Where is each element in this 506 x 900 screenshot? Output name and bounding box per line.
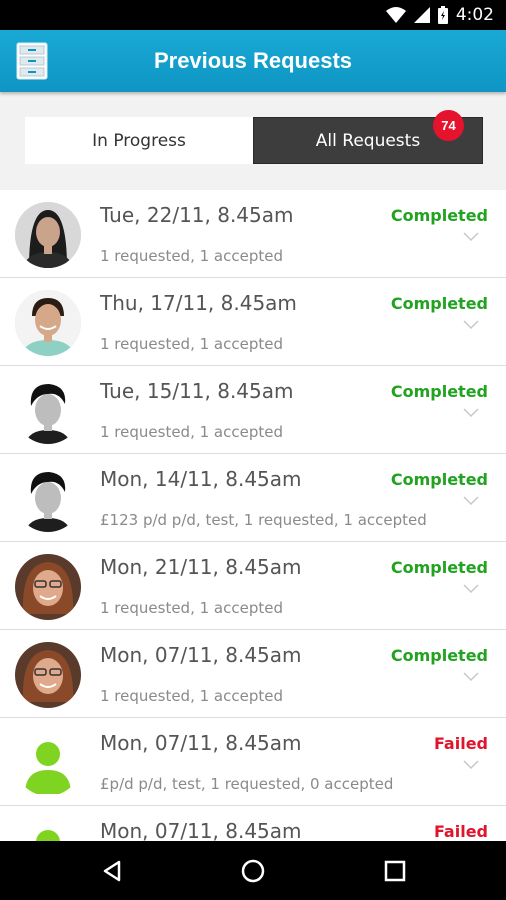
recents-icon: [384, 860, 406, 881]
request-row[interactable]: Thu, 17/11, 8.45am 1 requested, 1 accept…: [0, 278, 506, 366]
status-bar: 4:02: [0, 0, 506, 30]
request-detail: 1 requested, 1 accepted: [100, 599, 283, 617]
default-user-icon: [15, 818, 81, 841]
avatar: [15, 642, 81, 708]
request-date: Thu, 17/11, 8.45am: [100, 291, 297, 315]
status-icons: 4:02: [385, 0, 494, 30]
back-icon: [103, 860, 121, 881]
status-time: 4:02: [455, 5, 494, 25]
signal-icon: [413, 7, 430, 23]
tab-all-requests-label: All Requests: [315, 130, 421, 151]
count-badge: 74: [433, 110, 464, 141]
request-date: Mon, 14/11, 8.45am: [100, 467, 302, 491]
navigation-bar: [0, 841, 506, 900]
battery-icon: [437, 6, 448, 24]
request-detail: £123 p/d p/d, test, 1 requested, 1 accep…: [100, 511, 427, 529]
tab-bar: In Progress All Requests 74: [25, 110, 483, 164]
recents-button[interactable]: [355, 841, 435, 900]
request-row[interactable]: Mon, 07/11, 8.45am Failed: [0, 806, 506, 841]
chevron-down-icon[interactable]: [463, 496, 479, 506]
avatar: [15, 554, 81, 620]
request-row[interactable]: Tue, 22/11, 8.45am 1 requested, 1 accept…: [0, 190, 506, 278]
status-label: Completed: [390, 558, 488, 577]
request-detail: £p/d p/d, test, 1 requested, 0 accepted: [100, 775, 394, 793]
request-detail: 1 requested, 1 accepted: [100, 247, 283, 265]
tab-in-progress[interactable]: In Progress: [25, 117, 253, 164]
request-detail: 1 requested, 1 accepted: [100, 423, 283, 441]
request-row[interactable]: Mon, 14/11, 8.45am £123 p/d p/d, test, 1…: [0, 454, 506, 542]
chevron-down-icon[interactable]: [463, 760, 479, 770]
status-label: Failed: [433, 822, 488, 841]
request-date: Tue, 15/11, 8.45am: [100, 379, 294, 403]
request-detail: 1 requested, 1 accepted: [100, 335, 283, 353]
avatar: [15, 466, 81, 532]
page-title: Previous Requests: [153, 48, 353, 73]
avatar: [15, 290, 81, 356]
request-date: Mon, 07/11, 8.45am: [100, 731, 302, 755]
status-label: Completed: [390, 646, 488, 665]
request-date: Mon, 07/11, 8.45am: [100, 819, 302, 841]
request-row[interactable]: Tue, 15/11, 8.45am 1 requested, 1 accept…: [0, 366, 506, 454]
home-icon: [241, 859, 265, 882]
request-detail: 1 requested, 1 accepted: [100, 687, 283, 705]
wifi-icon: [385, 7, 406, 23]
status-label: Failed: [433, 734, 488, 753]
status-label: Completed: [390, 206, 488, 225]
default-user-icon: [15, 730, 81, 796]
chevron-down-icon[interactable]: [463, 320, 479, 330]
request-row[interactable]: Mon, 21/11, 8.45am 1 requested, 1 accept…: [0, 542, 506, 630]
request-row[interactable]: Mon, 07/11, 8.45am 1 requested, 1 accept…: [0, 630, 506, 718]
request-list: Tue, 22/11, 8.45am 1 requested, 1 accept…: [0, 190, 506, 841]
back-button[interactable]: [72, 841, 152, 900]
request-date: Tue, 22/11, 8.45am: [100, 203, 294, 227]
tab-in-progress-label: In Progress: [92, 130, 186, 151]
tab-all-requests[interactable]: All Requests 74: [253, 110, 483, 164]
avatar: [15, 202, 81, 268]
home-button[interactable]: [213, 841, 293, 900]
chevron-down-icon[interactable]: [463, 232, 479, 242]
avatar: [15, 378, 81, 444]
chevron-down-icon[interactable]: [463, 672, 479, 682]
request-date: Mon, 07/11, 8.45am: [100, 643, 302, 667]
request-row[interactable]: Mon, 07/11, 8.45am £p/d p/d, test, 1 req…: [0, 718, 506, 806]
chevron-down-icon[interactable]: [463, 584, 479, 594]
status-label: Completed: [390, 382, 488, 401]
app-bar: Previous Requests: [0, 30, 506, 92]
status-label: Completed: [390, 294, 488, 313]
request-date: Mon, 21/11, 8.45am: [100, 555, 302, 579]
chevron-down-icon[interactable]: [463, 408, 479, 418]
status-label: Completed: [390, 470, 488, 489]
